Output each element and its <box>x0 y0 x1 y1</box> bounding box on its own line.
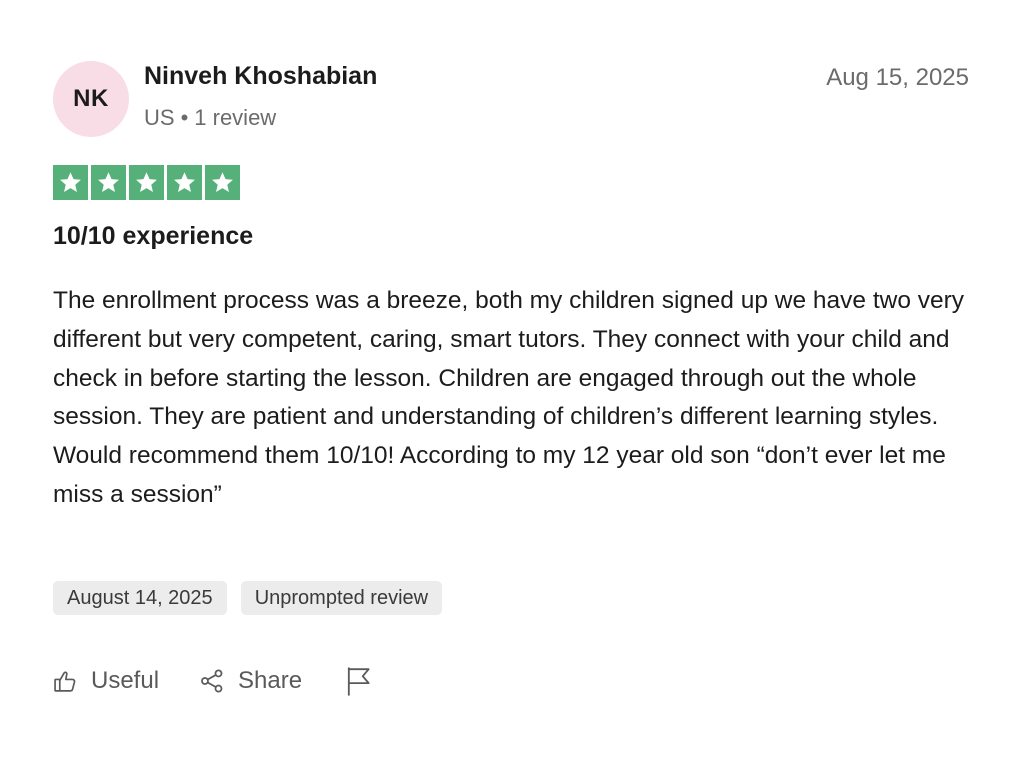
star-rating <box>53 165 240 200</box>
author-country: US <box>144 105 175 130</box>
author-meta: US • 1 review <box>144 105 276 131</box>
review-tags: August 14, 2025 Unprompted review <box>53 581 443 615</box>
flag-icon <box>346 666 372 696</box>
star-icon <box>205 165 240 200</box>
avatar-initials: NK <box>73 85 109 112</box>
experience-date-badge[interactable]: August 14, 2025 <box>53 581 227 615</box>
share-button[interactable]: Share <box>199 667 302 695</box>
star-icon <box>91 165 126 200</box>
star-icon <box>53 165 88 200</box>
author-name[interactable]: Ninveh Khoshabian <box>144 62 377 91</box>
report-button[interactable] <box>346 666 372 696</box>
avatar[interactable]: NK <box>53 61 129 137</box>
meta-separator: • <box>180 105 189 130</box>
review-date: Aug 15, 2025 <box>826 64 969 91</box>
star-icon <box>167 165 202 200</box>
share-label: Share <box>238 667 303 694</box>
share-icon <box>199 668 225 694</box>
useful-button[interactable]: Useful <box>53 667 159 695</box>
review-card: NK Ninveh Khoshabian US • 1 review Aug 15,… <box>0 0 1024 767</box>
star-icon <box>129 165 164 200</box>
review-type-badge[interactable]: Unprompted review <box>240 581 443 615</box>
useful-label: Useful <box>91 667 160 694</box>
author-review-count[interactable]: 1 review <box>194 105 276 130</box>
review-actions: Useful Share <box>53 666 372 696</box>
thumbs-up-icon <box>53 669 78 694</box>
review-body: The enrollment process was a breeze, bot… <box>53 287 965 508</box>
review-title: 10/10 experience <box>53 222 254 250</box>
